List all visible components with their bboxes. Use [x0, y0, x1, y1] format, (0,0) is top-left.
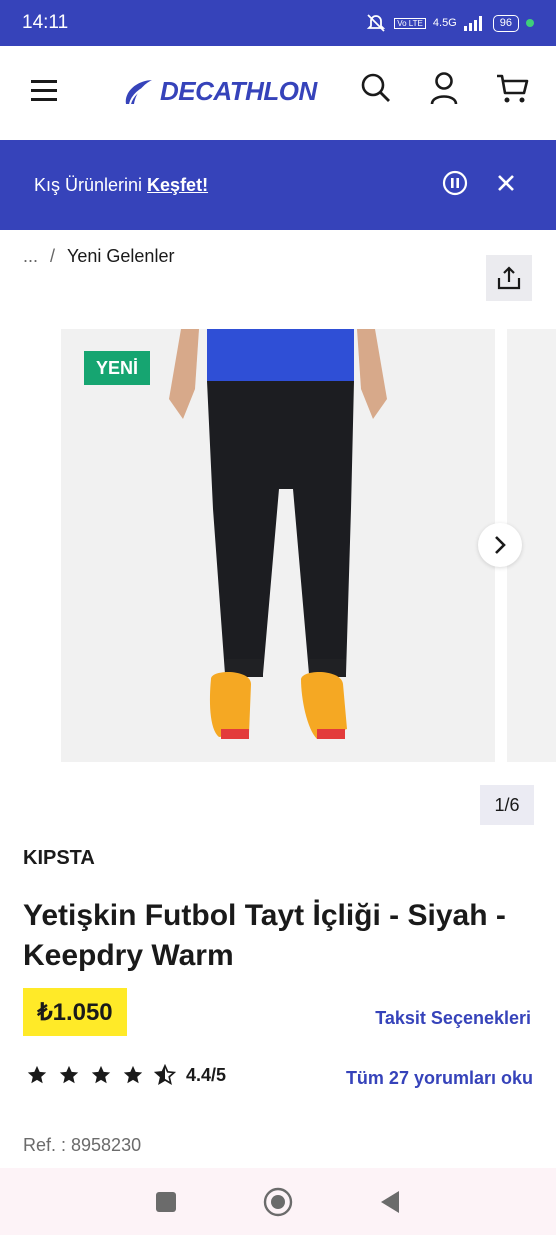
logo-text: DECATHLON — [160, 76, 317, 106]
status-bar: 14:11 Vo LTE 4.5G 96 — [0, 0, 556, 46]
breadcrumb-current[interactable]: Yeni Gelenler — [67, 246, 174, 267]
back-icon[interactable] — [379, 1190, 401, 1214]
home-icon[interactable] — [263, 1187, 293, 1217]
recents-icon[interactable] — [155, 1191, 177, 1213]
image-counter: 1/6 — [480, 785, 534, 825]
product-brand[interactable]: KIPSTA — [23, 847, 95, 870]
menu-icon — [31, 80, 57, 101]
search-button[interactable] — [358, 70, 394, 106]
new-badge: YENİ — [84, 351, 150, 385]
star-full-icon — [27, 1065, 47, 1084]
product-price: ₺1.050 — [23, 988, 127, 1036]
product-title: Yetişkin Futbol Tayt İçliği - Siyah - Ke… — [23, 899, 506, 972]
menu-button[interactable] — [26, 72, 62, 108]
chevron-right-icon — [495, 536, 506, 554]
network-label: 4.5G — [432, 17, 457, 29]
promo-discover-link[interactable]: Keşfet! — [147, 175, 208, 196]
breadcrumb: ... / Yeni Gelenler — [23, 246, 174, 267]
search-icon — [361, 73, 390, 102]
star-full-icon — [123, 1065, 143, 1084]
header-actions — [358, 70, 530, 106]
promo-banner: Kış Ürünlerini Keşfet! — [0, 140, 556, 230]
account-icon — [430, 72, 458, 105]
pause-icon[interactable] — [442, 170, 468, 196]
cart-button[interactable] — [494, 70, 530, 106]
product-image[interactable] — [61, 329, 495, 762]
site-header: DECATHLON — [0, 46, 556, 140]
installment-options-link[interactable]: Taksit Seçenekleri — [375, 1008, 531, 1029]
signal-icon — [463, 16, 482, 31]
rating-stars — [26, 1064, 176, 1086]
cart-icon — [497, 74, 529, 103]
logo-mark-icon — [125, 79, 152, 104]
share-button[interactable] — [486, 255, 532, 301]
battery-icon: 96 — [492, 14, 519, 32]
breadcrumb-ellipsis[interactable]: ... — [23, 246, 38, 267]
notification-dot — [526, 19, 534, 27]
product-photo-leggings — [61, 329, 495, 762]
product-rating[interactable]: 4.4/5 — [26, 1064, 226, 1086]
star-full-icon — [91, 1065, 111, 1084]
volte-icon: Vo LTE — [394, 17, 426, 29]
account-button[interactable] — [426, 70, 462, 106]
product-reference: Ref. : 8958230 — [23, 1135, 142, 1155]
star-half-icon — [154, 1064, 176, 1085]
promo-text: Kış Ürünlerini — [34, 174, 143, 195]
breadcrumb-separator: / — [50, 246, 56, 266]
share-icon — [497, 266, 521, 290]
promo-controls — [442, 170, 516, 196]
status-icons: Vo LTE 4.5G 96 — [365, 13, 534, 33]
mute-icon — [367, 14, 386, 32]
next-image-button[interactable] — [478, 523, 522, 567]
rating-value: 4.4/5 — [186, 1064, 227, 1085]
system-nav-bar — [0, 1168, 556, 1235]
status-time: 14:11 — [22, 12, 69, 33]
decathlon-logo[interactable]: DECATHLON — [122, 76, 317, 107]
close-icon[interactable] — [496, 173, 516, 193]
all-reviews-link[interactable]: Tüm 27 yorumları oku — [346, 1068, 533, 1089]
star-full-icon — [59, 1065, 79, 1084]
